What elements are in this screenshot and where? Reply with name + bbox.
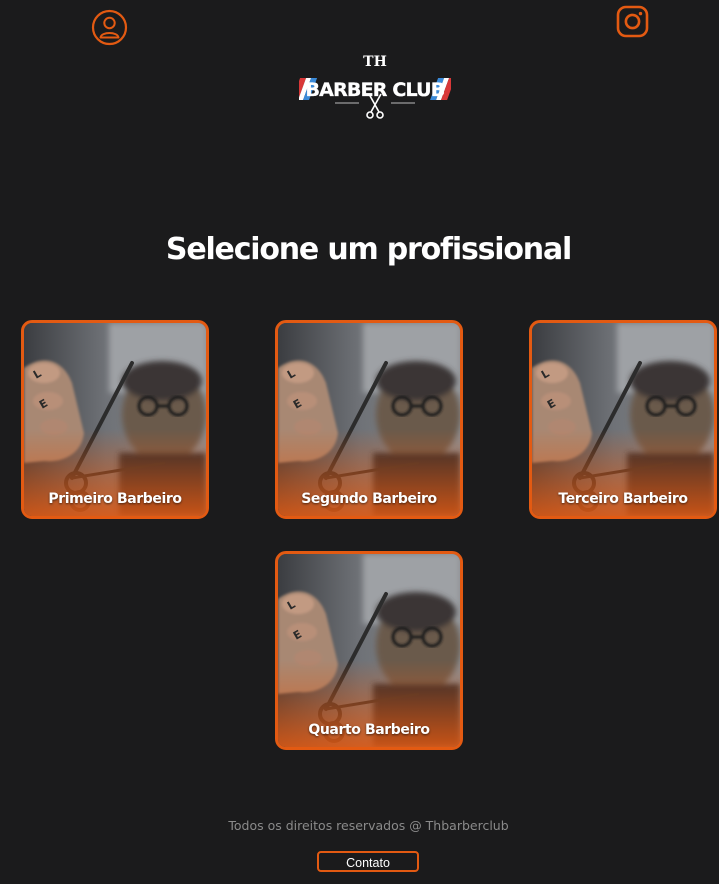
page-title: Selecione um profissional — [165, 232, 572, 267]
professional-name: Quarto Barbeiro — [308, 722, 430, 738]
brand-logo: TH BARBER CLUB — [292, 48, 456, 122]
logo-main-text: BARBER CLUB — [305, 79, 444, 101]
logo-top-text: TH — [363, 54, 387, 70]
professional-name: Segundo Barbeiro — [301, 491, 437, 507]
barber-photo — [278, 323, 460, 516]
instagram-link[interactable] — [616, 5, 649, 38]
profile-button[interactable] — [91, 9, 128, 46]
professional-card[interactable]: Segundo Barbeiro — [275, 320, 463, 519]
instagram-icon — [616, 5, 649, 38]
footer-copyright: Todos os direitos reservados @ Thbarberc… — [228, 818, 509, 833]
professional-name: Primeiro Barbeiro — [48, 491, 182, 507]
contact-button[interactable]: Contato — [317, 851, 419, 872]
professional-name: Terceiro Barbeiro — [558, 491, 688, 507]
barber-photo — [532, 323, 714, 516]
barber-photo — [24, 323, 206, 516]
barber-photo — [278, 554, 460, 747]
professional-card[interactable]: Quarto Barbeiro — [275, 551, 463, 750]
user-icon — [91, 9, 128, 46]
professional-card[interactable]: Primeiro Barbeiro — [21, 320, 209, 519]
professional-card[interactable]: Terceiro Barbeiro — [529, 320, 717, 519]
